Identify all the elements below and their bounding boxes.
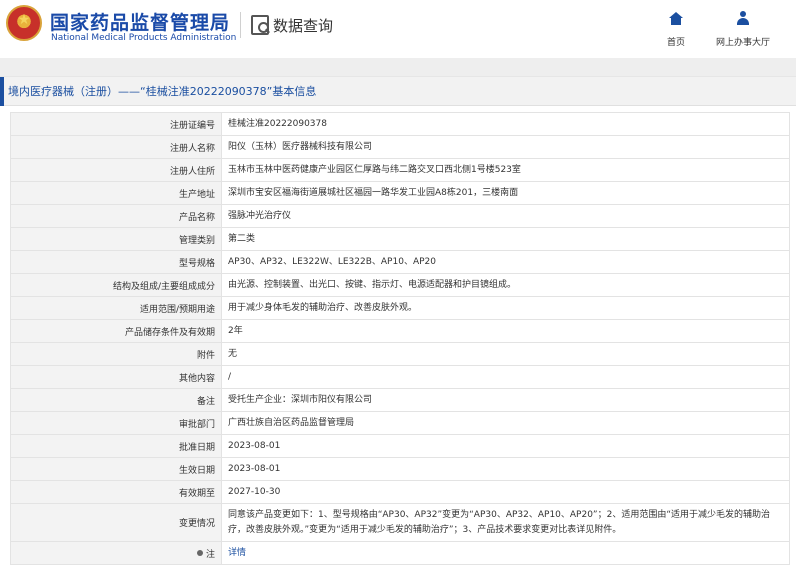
row-label: 注册人名称 <box>10 135 222 159</box>
row-value: / <box>221 365 790 389</box>
table-row: 型号规格 AP30、AP32、LE322W、LE322B、AP10、AP20 <box>10 250 790 274</box>
row-value: 用于减少身体毛发的辅助治疗、改善皮肤外观。 <box>221 296 790 320</box>
table-row: 审批部门 广西壮族自治区药品监督管理局 <box>10 411 790 435</box>
row-label: 生效日期 <box>10 457 222 481</box>
table-row: 管理类别 第二类 <box>10 227 790 251</box>
record-title-bar: 境内医疗器械（注册）——“桂械注准20222090378”基本信息 <box>0 76 796 106</box>
table-row: 注册证编号 桂械注准20222090378 <box>10 112 790 136</box>
row-label: 生产地址 <box>10 181 222 205</box>
table-row: 适用范围/预期用途 用于减少身体毛发的辅助治疗、改善皮肤外观。 <box>10 296 790 320</box>
row-value: 桂械注准20222090378 <box>221 112 790 136</box>
table-row: 结构及组成/主要组成成分 由光源、控制装置、出光口、按键、指示灯、电源适配器和护目… <box>10 273 790 297</box>
row-label: 注册证编号 <box>10 112 222 136</box>
row-value: 2027-10-30 <box>221 480 790 504</box>
row-value: AP30、AP32、LE322W、LE322B、AP10、AP20 <box>221 250 790 274</box>
row-label: 批准日期 <box>10 434 222 458</box>
table-row: 生效日期 2023-08-01 <box>10 457 790 481</box>
row-value: 2023-08-01 <box>221 457 790 481</box>
row-value: 强脉冲光治疗仪 <box>221 204 790 228</box>
nav-online-hall[interactable]: 网上办事大厅 <box>712 10 774 48</box>
table-row: 注册人名称 阳仪（玉林）医疗器械科技有限公司 <box>10 135 790 159</box>
table-row: 注册人住所 玉林市玉林中医药健康产业园区仁厚路与纬二路交叉口西北侧1号楼523室 <box>10 158 790 182</box>
row-value: 2年 <box>221 319 790 343</box>
user-icon <box>736 11 750 25</box>
data-query-label: 数据查询 <box>273 16 334 35</box>
table-row: 变更情况 同意该产品变更如下：1、型号规格由“AP30、AP32”变更为“AP30… <box>10 503 790 542</box>
table-row: 附件无 <box>10 342 790 366</box>
row-label: 产品名称 <box>10 204 222 228</box>
table-row: 生产地址 深圳市宝安区福海街道展城社区福园一路华发工业园A8栋201，三楼南面 <box>10 181 790 205</box>
row-value: 无 <box>221 342 790 366</box>
row-label: 注册人住所 <box>10 158 222 182</box>
row-value: 受托生产企业：深圳市阳仪有限公司 <box>221 388 790 412</box>
row-value: 深圳市宝安区福海街道展城社区福园一路华发工业园A8栋201，三楼南面 <box>221 181 790 205</box>
record-detail-table: 注册证编号 桂械注准20222090378 注册人名称 阳仪（玉林）医疗器械科技有限… <box>10 112 790 565</box>
header-divider <box>240 12 241 38</box>
search-document-icon <box>251 15 269 35</box>
table-row: 注 详情 <box>10 541 790 565</box>
row-label: 其他内容 <box>10 365 222 389</box>
home-icon <box>669 12 683 25</box>
details-link[interactable]: 详情 <box>228 548 246 558</box>
row-label: 结构及组成/主要组成成分 <box>10 273 222 297</box>
site-header: ★ 国家药品监督管理局 National Medical Products Ad… <box>0 0 796 58</box>
record-title: 境内医疗器械（注册）——“桂械注准20222090378”基本信息 <box>8 85 317 98</box>
national-emblem-icon: ★ <box>6 5 42 41</box>
nav-online-hall-label: 网上办事大厅 <box>715 38 770 48</box>
row-value: 2023-08-01 <box>221 434 790 458</box>
row-value: 第二类 <box>221 227 790 251</box>
row-label: 审批部门 <box>10 411 222 435</box>
row-label: 适用范围/预期用途 <box>10 296 222 320</box>
row-label: 产品储存条件及有效期 <box>10 319 222 343</box>
note-value-cell: 详情 <box>221 541 790 565</box>
row-value: 由光源、控制装置、出光口、按键、指示灯、电源适配器和护目镜组成。 <box>221 273 790 297</box>
header-separator-band <box>0 58 796 76</box>
row-value: 阳仪（玉林）医疗器械科技有限公司 <box>221 135 790 159</box>
row-label: 附件 <box>10 342 222 366</box>
data-query-heading: 数据查询 <box>251 14 333 36</box>
table-row: 备注 受托生产企业：深圳市阳仪有限公司 <box>10 388 790 412</box>
note-label: 注 <box>205 549 215 560</box>
table-row: 产品储存条件及有效期 2年 <box>10 319 790 343</box>
brand-name-cn[interactable]: 国家药品监督管理局 <box>50 8 230 35</box>
nav-home[interactable]: 首页 <box>660 10 692 48</box>
table-row: 产品名称 强脉冲光治疗仪 <box>10 204 790 228</box>
table-row: 有效期至 2027-10-30 <box>10 480 790 504</box>
table-row: 其他内容 / <box>10 365 790 389</box>
title-accent-bar <box>0 77 4 106</box>
table-row: 批准日期 2023-08-01 <box>10 434 790 458</box>
row-label: 变更情况 <box>10 503 222 542</box>
note-label-cell: 注 <box>10 541 222 565</box>
row-value: 广西壮族自治区药品监督管理局 <box>221 411 790 435</box>
nav-home-label: 首页 <box>666 38 685 48</box>
note-dot-icon <box>196 550 203 556</box>
row-label: 管理类别 <box>10 227 222 251</box>
row-label: 有效期至 <box>10 480 222 504</box>
row-label: 备注 <box>10 388 222 412</box>
row-label: 型号规格 <box>10 250 222 274</box>
brand-name-en[interactable]: National Medical Products Administration <box>51 33 236 43</box>
row-value: 玉林市玉林中医药健康产业园区仁厚路与纬二路交叉口西北侧1号楼523室 <box>221 158 790 182</box>
row-value: 同意该产品变更如下：1、型号规格由“AP30、AP32”变更为“AP30、AP3… <box>221 503 790 542</box>
